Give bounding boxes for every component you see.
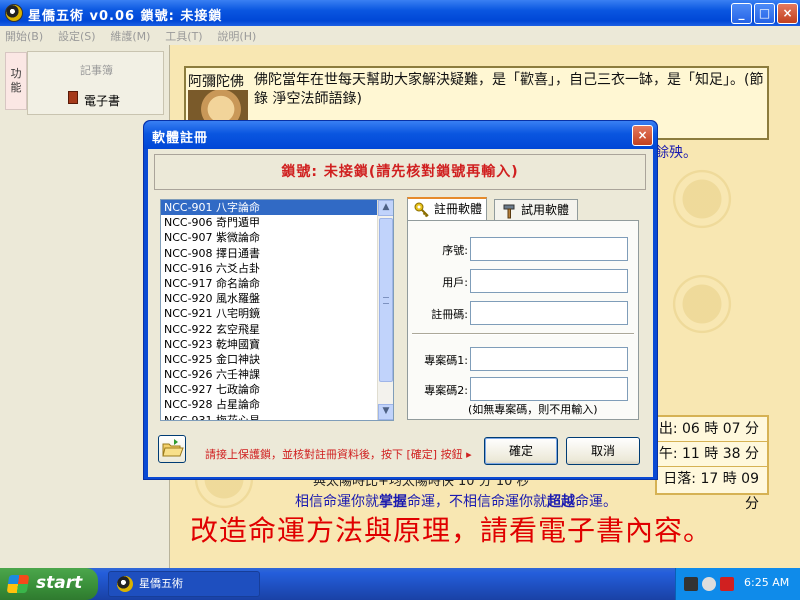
system-tray: 6:25 AM [675, 568, 800, 600]
function-tab[interactable]: 功能 [5, 52, 27, 110]
dialog-body: 鎖號: 未接鎖(請先核對鎖號再輸入) NCC-901 八字論命 NCC-906 … [148, 149, 653, 477]
dialog-close-button[interactable]: × [632, 125, 653, 146]
maximize-button[interactable]: □ [754, 3, 775, 24]
clock: 6:25 AM [744, 576, 790, 589]
background-text: 餘殃。 [655, 145, 697, 161]
section-title[interactable]: 記事簿 [28, 62, 165, 78]
scroll-down-arrow-icon[interactable]: ▼ [378, 404, 393, 420]
book-icon [68, 91, 78, 104]
key-icon [414, 202, 429, 218]
tab-register-label: 註冊軟體 [434, 202, 483, 216]
scroll-up-arrow-icon[interactable]: ▲ [378, 200, 393, 216]
network-icon[interactable] [684, 577, 698, 591]
scroll-thumb[interactable] [379, 218, 393, 382]
list-item[interactable]: NCC-931 梅花心易 [161, 413, 393, 420]
list-item[interactable]: NCC-907 紫微論命 [161, 230, 393, 245]
taskbar-app-button[interactable]: 星僑五術 [108, 571, 260, 597]
believe-part: 命運，不相信命運你就 [407, 494, 547, 510]
serial-input[interactable] [470, 237, 628, 261]
user-input[interactable] [470, 269, 628, 293]
believe-part: 命運。 [575, 494, 617, 510]
list-item[interactable]: NCC-920 風水羅盤 [161, 291, 393, 306]
registration-dialog: 軟體註冊 × 鎖號: 未接鎖(請先核對鎖號再輸入) NCC-901 八字論命 N… [143, 120, 658, 480]
list-item[interactable]: NCC-925 金口神訣 [161, 352, 393, 367]
case2-label: 專案碼2: [424, 384, 468, 397]
sunrise-value: 出: 06 時 07 分 [657, 417, 767, 442]
close-button[interactable]: × [777, 3, 798, 24]
believe-emph: 超越 [547, 494, 575, 510]
believe-line: 相信命運你就掌握命運，不相信命運你就超越命運。 [295, 491, 617, 511]
main-title-bar: 星僑五術 v0.06 鎖號: 未接鎖 _ □ × [0, 0, 800, 26]
case1-label: 專案碼1: [424, 354, 468, 367]
separator [412, 333, 634, 335]
lock-status: 鎖號: 未接鎖(請先核對鎖號再輸入) [154, 154, 646, 190]
list-item[interactable]: NCC-901 八字論命 [161, 200, 393, 216]
sun-time-table: 出: 06 時 07 分 午: 11 時 38 分 日落: 17 時 09 分 [655, 415, 769, 512]
open-folder-icon [162, 439, 184, 457]
menu-tools[interactable]: 工具(T) [160, 26, 208, 44]
windows-logo-icon [6, 575, 30, 593]
list-item[interactable]: NCC-908 擇日通書 [161, 246, 393, 261]
menu-bar: 開始(B) 設定(S) 維護(M) 工具(T) 說明(H) [0, 26, 800, 45]
minimize-button[interactable]: _ [731, 3, 752, 24]
regcode-label: 註冊碼: [431, 308, 468, 321]
list-item[interactable]: NCC-928 占星論命 [161, 397, 393, 412]
start-label: start [36, 573, 83, 593]
quote-text: 佛陀當年在世每天幫助大家解決疑難，是「歡喜」，自己三衣一缽，是「知足」。(節錄 … [254, 72, 764, 107]
list-item[interactable]: NCC-906 奇門遁甲 [161, 215, 393, 230]
tab-trial[interactable]: 試用軟體 [494, 199, 578, 221]
banner-text: 改造命運方法與原理，請看電子書內容。 [190, 514, 713, 547]
tab-register[interactable]: 註冊軟體 [407, 197, 487, 221]
cancel-button[interactable]: 取消 [566, 437, 640, 465]
user-label: 用戶: [442, 276, 468, 289]
ok-button[interactable]: 確定 [484, 437, 558, 465]
noon-value: 午: 11 時 38 分 [657, 442, 767, 467]
case1-input[interactable] [470, 347, 628, 371]
serial-label: 序號: [442, 244, 468, 257]
regcode-input[interactable] [470, 301, 628, 325]
hammer-icon [503, 204, 515, 219]
register-panel: 序號: 用戶: 註冊碼: 專案碼1: 專案碼2: (如無專案碼，則不用輸入) [407, 220, 639, 420]
list-item[interactable]: NCC-917 命名論命 [161, 276, 393, 291]
function-box: 記事簿 電子書 [27, 51, 164, 115]
list-item[interactable]: NCC-927 七政論命 [161, 382, 393, 397]
believe-part: 相信命運你就 [295, 494, 379, 510]
case2-input[interactable] [470, 377, 628, 401]
case-note: (如無專案碼，則不用輸入) [468, 403, 598, 416]
menu-start[interactable]: 開始(B) [0, 26, 49, 44]
menu-settings[interactable]: 設定(S) [53, 26, 102, 44]
dialog-title: 軟體註冊 [144, 121, 657, 149]
sunset-value: 日落: 17 時 09 分 [663, 471, 759, 512]
menu-help[interactable]: 說明(H) [212, 26, 262, 44]
open-file-button[interactable] [158, 435, 186, 463]
list-item[interactable]: NCC-926 六壬神課 [161, 367, 393, 382]
taiji-decoration-icon [668, 270, 736, 338]
quote-name: 阿彌陀佛 [188, 74, 244, 90]
list-item[interactable]: NCC-921 八宅明鏡 [161, 306, 393, 321]
taiji-decoration-icon [668, 165, 736, 233]
app-taiji-icon[interactable] [5, 4, 23, 22]
taskbar-app-label: 星僑五術 [139, 577, 183, 590]
volume-icon[interactable] [702, 577, 716, 591]
grip-icon [383, 297, 389, 304]
window-title: 星僑五術 v0.06 鎖號: 未接鎖 [28, 9, 223, 24]
tab-trial-label: 試用軟體 [521, 203, 570, 217]
app-taiji-icon [117, 576, 133, 592]
list-item[interactable]: NCC-923 乾坤國寶 [161, 337, 393, 352]
taskbar: start 星僑五術 6:25 AM [0, 568, 800, 600]
security-shield-icon[interactable] [720, 577, 734, 591]
believe-emph: 掌握 [379, 494, 407, 510]
list-scrollbar[interactable]: ▲ ▼ [377, 200, 393, 420]
start-button[interactable]: start [0, 568, 98, 600]
list-item[interactable]: NCC-922 玄空飛星 [161, 322, 393, 337]
ebook-item[interactable]: 電子書 [84, 92, 120, 109]
software-listbox[interactable]: NCC-901 八字論命 NCC-906 奇門遁甲 NCC-907 紫微論命 N… [160, 199, 394, 421]
hint-text: 請接上保護鎖，並核對註冊資料後，按下 [確定] 按鈕 ▸ [205, 448, 472, 461]
list-item[interactable]: NCC-916 六爻占卦 [161, 261, 393, 276]
menu-maintain[interactable]: 維護(M) [105, 26, 156, 44]
